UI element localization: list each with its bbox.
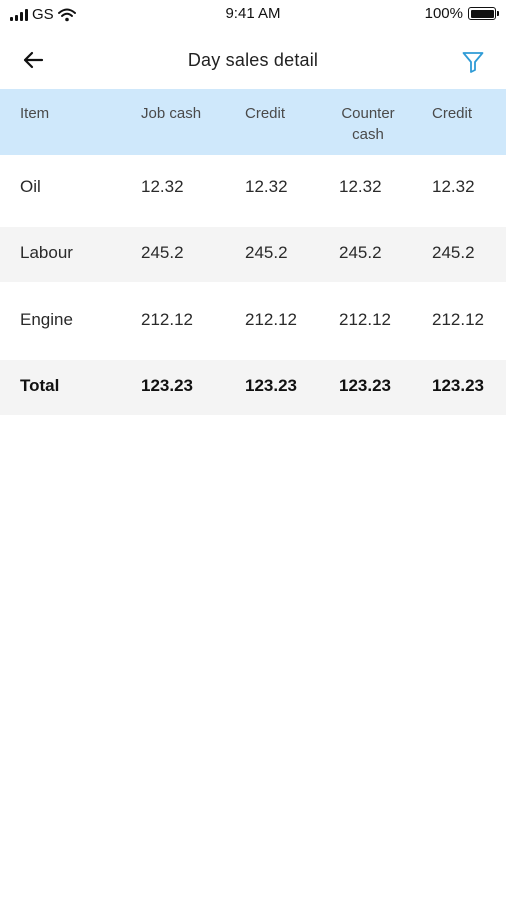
column-header-credit-2: Credit xyxy=(432,105,473,122)
cell-credit: 212.12 xyxy=(245,310,297,329)
table-total-row: Total 123.23 123.23 123.23 123.23 xyxy=(0,360,506,415)
filter-icon xyxy=(462,52,484,73)
cell-counter-cash: 245.2 xyxy=(339,243,382,262)
cell-job-cash: 212.12 xyxy=(141,310,193,329)
page-title: Day sales detail xyxy=(187,50,319,70)
cell-item: Labour xyxy=(20,243,73,262)
cell-credit-2: 245.2 xyxy=(432,243,475,262)
total-credit-2: 123.23 xyxy=(432,376,484,395)
cell-counter-cash: 212.12 xyxy=(339,310,391,329)
column-header-item: Item xyxy=(20,105,50,122)
filter-button[interactable] xyxy=(458,48,488,76)
table-header-row: Item Job cash Credit Counter cash Credit xyxy=(0,89,506,155)
column-header-counter-line1: Counter xyxy=(341,105,395,122)
cell-credit-2: 12.32 xyxy=(432,177,475,196)
cell-credit: 245.2 xyxy=(245,243,288,262)
total-label: Total xyxy=(20,376,60,395)
status-right: 100% xyxy=(424,5,499,22)
cell-job-cash: 245.2 xyxy=(141,243,184,262)
column-header-counter-line2: cash xyxy=(352,126,384,143)
cell-item: Engine xyxy=(20,310,73,329)
total-counter-cash: 123.23 xyxy=(339,376,391,395)
table-row: Labour 245.2 245.2 245.2 245.2 xyxy=(0,227,506,282)
sales-table: Item Job cash Credit Counter cash Credit… xyxy=(0,89,506,415)
table-row: Oil 12.32 12.32 12.32 12.32 xyxy=(0,155,506,227)
table-row: Engine 212.12 212.12 212.12 212.12 xyxy=(0,282,506,360)
cell-item: Oil xyxy=(20,177,41,196)
cell-credit-2: 212.12 xyxy=(432,310,484,329)
column-header-job-cash: Job cash xyxy=(141,105,202,122)
cell-credit: 12.32 xyxy=(245,177,288,196)
column-header-credit: Credit xyxy=(245,105,286,122)
app-header: Day sales detail xyxy=(0,34,506,86)
cell-job-cash: 12.32 xyxy=(141,177,184,196)
battery-percent: 100% xyxy=(424,5,463,22)
column-header-counter-cash: Counter cash xyxy=(339,103,397,145)
battery-icon xyxy=(468,7,499,20)
cell-counter-cash: 12.32 xyxy=(339,177,382,196)
total-job-cash: 123.23 xyxy=(141,376,193,395)
total-credit: 123.23 xyxy=(245,376,297,395)
status-bar: GS 9:41 AM 100% xyxy=(0,0,506,30)
